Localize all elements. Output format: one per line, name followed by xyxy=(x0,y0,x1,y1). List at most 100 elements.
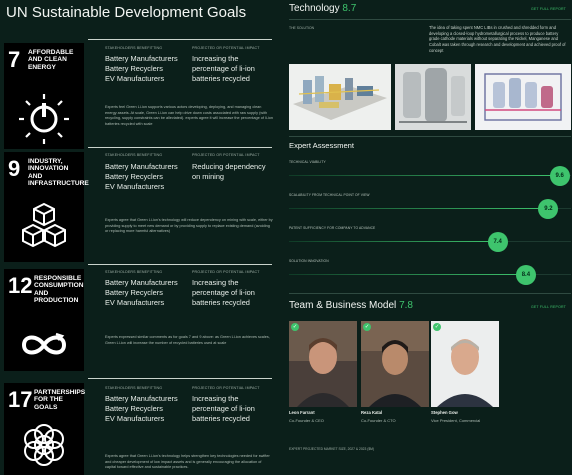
stakeholder-list: Battery Manufacturers Battery Recyclers … xyxy=(105,394,178,424)
team-label: Team & Business Model xyxy=(289,300,397,311)
infinity-icon xyxy=(21,332,67,355)
cubes-icon xyxy=(22,202,66,248)
divider xyxy=(88,378,272,379)
reactor-tank-image xyxy=(395,64,471,130)
goal-9-badge: 9 INDUSTRY, INNOVATION AND INFRASTRUCTUR… xyxy=(4,152,89,262)
solution-label: THE SOLUTION xyxy=(289,26,315,30)
stakeholder: Battery Recyclers xyxy=(105,63,163,73)
goal-9-card: 9 INDUSTRY, INNOVATION AND INFRASTRUCTUR… xyxy=(0,147,276,262)
solution-images xyxy=(289,64,571,130)
stakeholders-header: STAKEHOLDERS BENEFITTING xyxy=(105,153,163,157)
pilot-plant-image xyxy=(475,64,571,130)
verified-check-icon: ✓ xyxy=(363,323,371,331)
solution-text: The idea of taking spent NMC LIBs in cru… xyxy=(429,25,566,53)
goal-name: INDUSTRY, INNOVATION AND INFRASTRUCTURE xyxy=(28,158,89,188)
stakeholders-header: STAKEHOLDERS BENEFITTING xyxy=(105,46,163,50)
technology-score: 8.7 xyxy=(342,3,357,14)
un-goals-panel: UN Sustainable Development Goals 7 AFFOR… xyxy=(0,0,276,475)
goal-name: AFFORDABLE AND CLEAN ENERGY xyxy=(28,49,74,71)
impact-header: PROJECTED OR POTENTIAL IMPACT xyxy=(192,386,260,390)
stakeholder: EV Manufacturers xyxy=(105,297,165,307)
member-role: Co-Founder & CTO xyxy=(361,418,396,423)
metric-track xyxy=(289,241,571,243)
stakeholder: EV Manufacturers xyxy=(105,181,165,191)
divider xyxy=(289,136,571,137)
goal-number: 7 xyxy=(8,47,21,72)
impact-text: Increasing the percentage of li-ion batt… xyxy=(192,54,255,83)
metric-score-bubble: 9.2 xyxy=(538,199,559,219)
goal-17-badge: 17 PARTNERSHIPS FOR THE GOALS xyxy=(4,383,86,475)
member-role: Co-Founder & CEO xyxy=(289,418,324,423)
plant-render-image xyxy=(289,64,391,130)
goal-description: Experts agree that Green Li-ion's techno… xyxy=(105,454,270,469)
technology-label: Technology xyxy=(289,3,340,14)
power-icon xyxy=(19,94,69,144)
metric-label: SOLUTION INNOVATION xyxy=(289,259,329,263)
metric-fill xyxy=(289,274,526,276)
impact-header: PROJECTED OR POTENTIAL IMPACT xyxy=(192,270,260,274)
assessment-panel: Technology 8.7 GET FULL REPORT THE SOLUT… xyxy=(283,0,572,475)
member-name: Stephen Gow xyxy=(431,410,458,415)
impact-header: PROJECTED OR POTENTIAL IMPACT xyxy=(192,46,260,50)
goal-17-card: 17 PARTNERSHIPS FOR THE GOALS STAKEHOLDE… xyxy=(0,378,276,475)
divider xyxy=(289,19,571,20)
goal-number: 9 xyxy=(8,156,21,181)
stakeholder: Battery Recyclers xyxy=(105,171,163,181)
goal-description: Experts agree that Green Li-ion's techno… xyxy=(105,218,273,233)
metric-fill xyxy=(289,208,549,210)
goal-7-card: 7 AFFORDABLE AND CLEAN ENERGY STAKEHOLDE… xyxy=(0,39,276,153)
metric-score-bubble: 8.4 xyxy=(515,265,536,285)
goal-number: 12 xyxy=(8,273,33,298)
impact-text: Reducing dependency on mining xyxy=(192,162,266,181)
divider xyxy=(88,39,272,40)
metric-track xyxy=(289,175,571,177)
stakeholder: EV Manufacturers xyxy=(105,73,165,83)
stakeholder: EV Manufacturers xyxy=(105,413,165,423)
stakeholder: Battery Manufacturers xyxy=(105,394,178,403)
goal-12-card: 12 RESPONSIBLE CONSUMPTION AND PRODUCTIO… xyxy=(0,264,276,375)
metric-score-bubble: 7.4 xyxy=(487,232,508,252)
team-full-report-link[interactable]: GET FULL REPORT xyxy=(531,305,566,309)
metric-label: SCALABILITY FROM TECHNICAL POINT OF VIEW xyxy=(289,193,370,197)
divider xyxy=(88,264,272,265)
member-role: Vice President, Commercial xyxy=(431,418,481,423)
goal-12-badge: 12 RESPONSIBLE CONSUMPTION AND PRODUCTIO… xyxy=(4,269,84,371)
verified-check-icon: ✓ xyxy=(433,323,441,331)
stakeholder-list: Battery Manufacturers Battery Recyclers … xyxy=(105,278,178,308)
goal-description: Experts feel Green Li-ion supports vario… xyxy=(105,105,273,126)
metric-score-bubble: 9.6 xyxy=(549,166,570,186)
member-photo: ✓ xyxy=(289,321,357,407)
member-photo: ✓ xyxy=(431,321,499,407)
un-goals-title: UN Sustainable Development Goals xyxy=(6,4,247,21)
stakeholders-header: STAKEHOLDERS BENEFITTING xyxy=(105,386,163,390)
member-name: Reza Katal xyxy=(361,410,383,415)
metric-fill xyxy=(289,175,560,177)
goal-name: PARTNERSHIPS FOR THE GOALS xyxy=(34,389,86,411)
impact-header: PROJECTED OR POTENTIAL IMPACT xyxy=(192,153,260,157)
verified-check-icon: ✓ xyxy=(291,323,299,331)
impact-text: Increasing the percentage of li-ion batt… xyxy=(192,394,255,423)
goal-description: Experts expressed similar comments as fo… xyxy=(105,335,270,345)
divider xyxy=(289,293,571,294)
technology-title: Technology 8.7 xyxy=(289,3,356,14)
market-size-footer: EXPERT PROJECTED MARKET SIZE, 2027 & 202… xyxy=(289,447,375,451)
stakeholder: Battery Manufacturers xyxy=(105,54,178,63)
metric-track xyxy=(289,208,571,210)
impact-text: Increasing the percentage of li-ion batt… xyxy=(192,278,255,307)
divider xyxy=(88,147,272,148)
metric-fill xyxy=(289,241,498,243)
goal-7-badge: 7 AFFORDABLE AND CLEAN ENERGY xyxy=(4,43,84,149)
member-photo: ✓ xyxy=(361,321,429,407)
stakeholders-header: STAKEHOLDERS BENEFITTING xyxy=(105,270,163,274)
stakeholder-list: Battery Manufacturers Battery Recyclers … xyxy=(105,162,178,192)
team-score: 7.8 xyxy=(399,300,413,311)
technology-full-report-link[interactable]: GET FULL REPORT xyxy=(531,7,566,11)
goal-number: 17 xyxy=(8,387,33,412)
stakeholder: Battery Recyclers xyxy=(105,403,163,413)
metric-label: PATENT SUFFICIENCY FOR COMPANY TO ADVANC… xyxy=(289,226,376,230)
stakeholder-list: Battery Manufacturers Battery Recyclers … xyxy=(105,54,178,84)
rings-icon xyxy=(24,424,64,466)
goal-name: RESPONSIBLE CONSUMPTION AND PRODUCTION xyxy=(34,275,84,305)
team-title: Team & Business Model 7.8 xyxy=(289,300,413,311)
member-name: Leon Farrant xyxy=(289,410,315,415)
